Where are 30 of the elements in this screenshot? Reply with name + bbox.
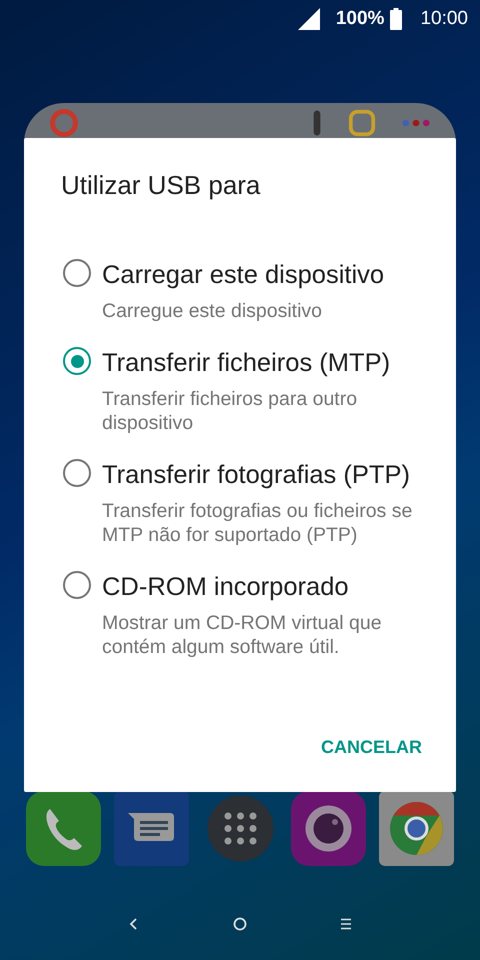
usb-option[interactable]: Carregar este dispositivo Carregue este dispositivo [61,259,442,323]
cancel-button[interactable]: CANCELAR [301,727,442,768]
microphone-icon[interactable] [312,109,322,137]
phone-app-icon[interactable] [26,791,101,866]
browser-app-icon[interactable] [379,791,454,866]
option-label: Carregar este dispositivo [102,260,384,291]
clock: 10:00 [420,8,468,30]
option-description: Mostrar um CD-ROM virtual que contém algum software útil. [102,611,383,659]
radio-button[interactable] [63,259,91,287]
radio-button[interactable] [63,347,91,375]
option-label: CD-ROM incorporado [102,572,350,603]
usb-option[interactable]: CD-ROM incorporado Mostrar um CD-ROM virtual que contém algum software útil. [61,571,442,659]
camera-app-icon[interactable] [290,791,366,866]
option-description: Transferir fotografias ou ficheiros se MTP não for suportado (PTP) [102,499,414,547]
home-icon[interactable] [232,916,248,932]
usb-option[interactable]: Transferir fotografias (PTP) Transferir fotografias ou ficheiros se MTP não for suportado (PTP) [61,459,442,547]
menu-icon[interactable] [338,916,354,932]
option-description: Transferir ficheiros para outro dispositivo [102,387,358,435]
battery-icon [390,8,402,30]
battery-level: 100% [336,8,384,30]
radio-button[interactable] [63,571,91,599]
usb-option[interactable]: Transferir ficheiros (MTP) Transferir ficheiros para outro dispositivo [61,347,442,435]
signal-icon [298,8,320,30]
messages-app-icon[interactable] [114,791,190,866]
dots-icon[interactable] [402,117,430,129]
option-description: Carregue este dispositivo [102,299,324,323]
dialog-title: Utilizar USB para [61,170,262,201]
option-label: Transferir ficheiros (MTP) [102,348,392,379]
radio-button[interactable] [63,459,91,487]
option-label: Transferir fotografias (PTP) [102,460,411,491]
